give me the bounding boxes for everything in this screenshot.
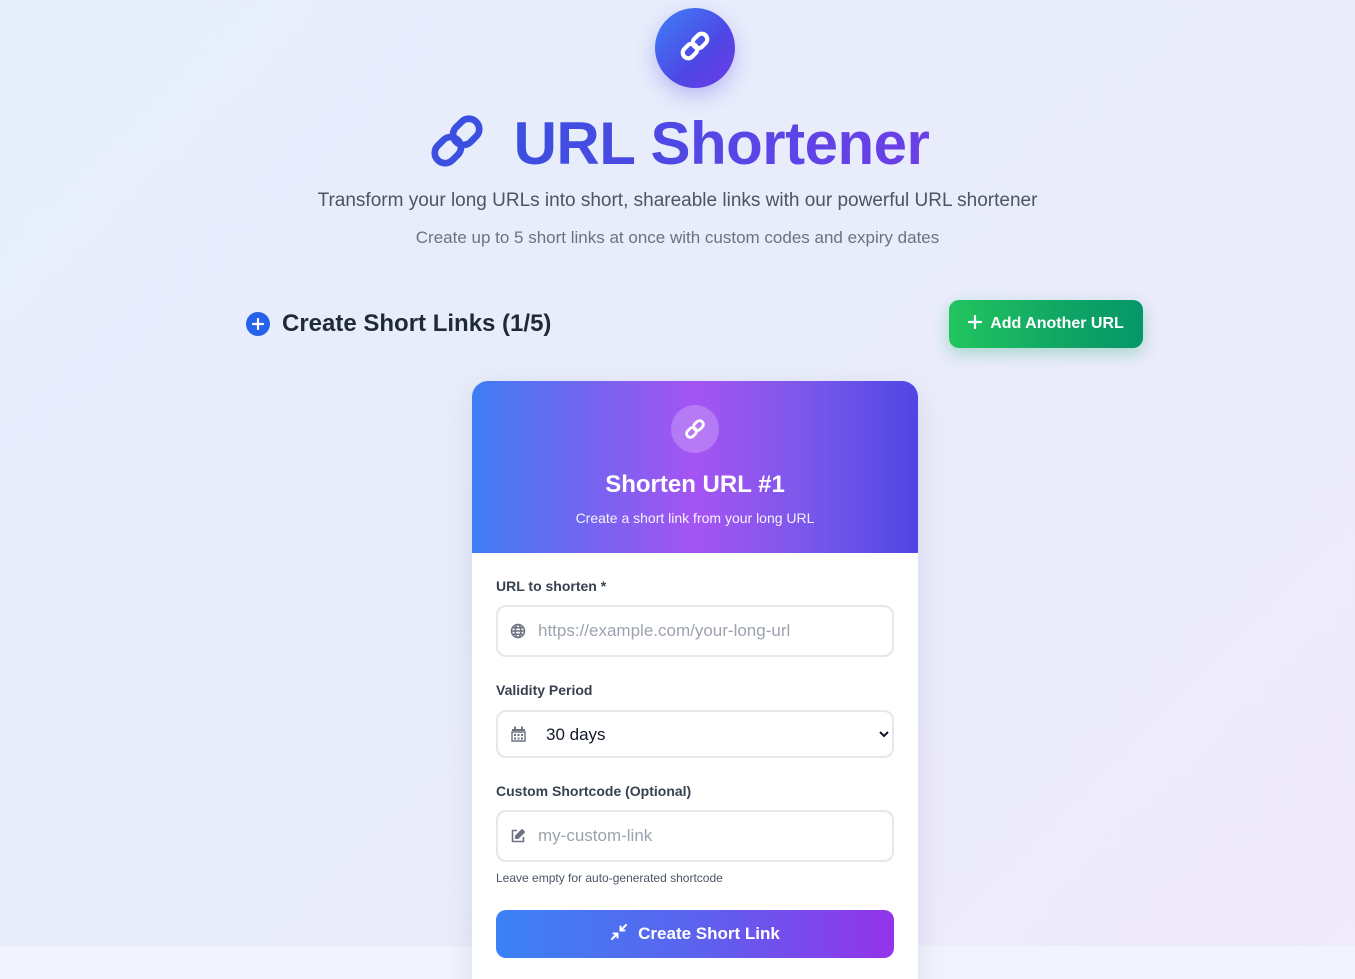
validity-label: Validity Period	[496, 682, 593, 698]
section-title: Create Short Links (1/5)	[282, 310, 552, 337]
shortcode-hint: Leave empty for auto-generated shortcode	[496, 871, 723, 885]
card-subtitle: Create a short link from your long URL	[575, 510, 815, 526]
page-title-row: URL Shortener	[0, 108, 1355, 178]
card-header: Shorten URL #1 Create a short link from …	[472, 381, 918, 553]
url-field	[496, 605, 894, 657]
validity-field: 30 days	[496, 710, 894, 758]
globe-icon	[498, 623, 538, 639]
page-title: URL Shortener	[513, 109, 930, 177]
logo	[655, 8, 735, 88]
page-subtitle-secondary: Create up to 5 short links at once with …	[415, 228, 940, 247]
card-title: Shorten URL #1	[605, 471, 785, 498]
link-icon	[426, 110, 488, 177]
shortcode-label: Custom Shortcode (Optional)	[496, 783, 692, 799]
edit-icon	[498, 828, 538, 844]
url-label: URL to shorten *	[496, 578, 607, 594]
page-subtitle: Transform your long URLs into short, sha…	[317, 190, 1038, 211]
shortcode-field	[496, 810, 894, 862]
plus-circle-icon	[246, 312, 270, 336]
plus-icon	[968, 314, 983, 334]
validity-select[interactable]: 30 days	[538, 712, 892, 756]
create-short-link-label: Create Short Link	[638, 924, 780, 943]
link-icon	[671, 405, 719, 453]
add-another-url-button[interactable]: Add Another URL	[949, 300, 1143, 348]
compress-icon	[610, 923, 628, 946]
calendar-icon	[498, 726, 538, 742]
create-short-link-button[interactable]: Create Short Link	[496, 910, 894, 958]
shortcode-input[interactable]	[538, 812, 892, 860]
url-input[interactable]	[538, 607, 892, 655]
shorten-url-card: Shorten URL #1 Create a short link from …	[472, 381, 918, 979]
add-another-url-label: Add Another URL	[990, 315, 1124, 332]
section-header: Create Short Links (1/5)	[246, 310, 551, 338]
link-icon	[676, 27, 714, 70]
